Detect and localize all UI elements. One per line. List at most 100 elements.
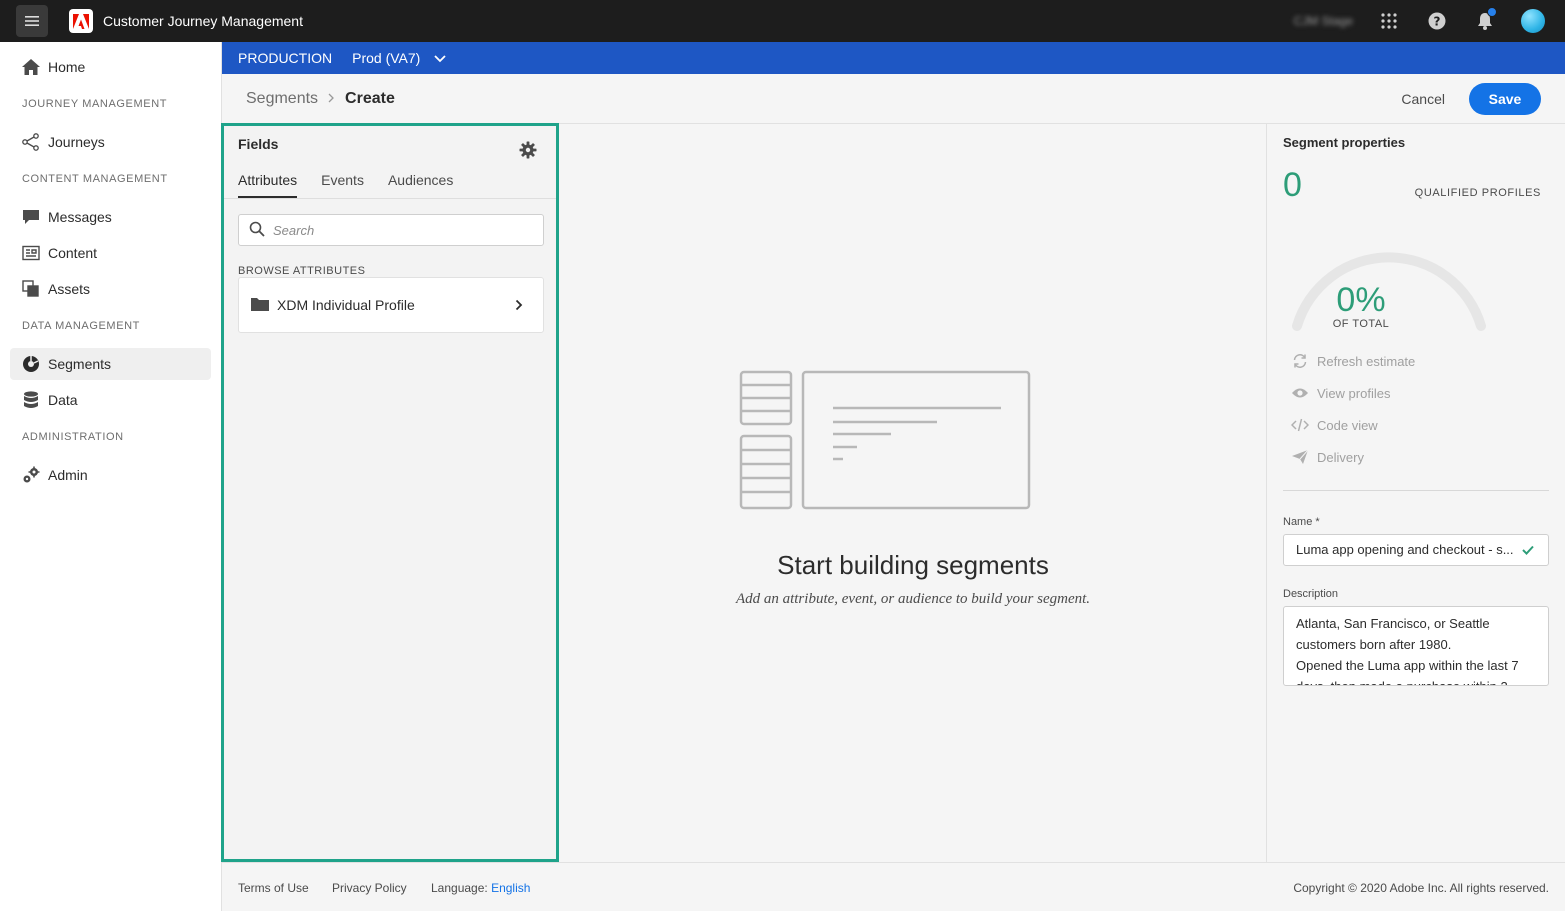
notifications-bell-icon[interactable] bbox=[1473, 7, 1497, 33]
segments-icon bbox=[22, 355, 40, 373]
tab-audiences[interactable]: Audiences bbox=[388, 172, 453, 198]
tab-events[interactable]: Events bbox=[321, 172, 364, 198]
paper-plane-icon bbox=[1291, 448, 1309, 466]
sidebar-item-journeys[interactable]: Journeys bbox=[10, 126, 211, 158]
sidebar-item-label: Segments bbox=[48, 356, 112, 372]
search-icon bbox=[249, 221, 265, 240]
breadcrumb: Segments Create bbox=[246, 90, 395, 108]
segment-properties-panel: Segment properties 0 QUALIFIED PROFILES … bbox=[1266, 124, 1565, 862]
menu-icon[interactable] bbox=[16, 5, 48, 37]
sidebar-item-assets[interactable]: Assets bbox=[10, 273, 211, 305]
journeys-icon bbox=[22, 133, 40, 151]
empty-state-subtitle: Add an attribute, event, or audience to … bbox=[735, 591, 1091, 607]
privacy-policy-link[interactable]: Privacy Policy bbox=[332, 881, 407, 895]
section-data-management: DATA MANAGEMENT bbox=[22, 320, 140, 332]
page-title: Create bbox=[345, 90, 395, 107]
checkmark-icon bbox=[1522, 543, 1534, 558]
fields-title: Fields bbox=[238, 136, 279, 152]
description-label: Description bbox=[1283, 588, 1339, 600]
browse-attributes-label: BROWSE ATTRIBUTES bbox=[238, 265, 366, 277]
name-label: Name * bbox=[1283, 516, 1320, 528]
search-input[interactable] bbox=[273, 222, 523, 238]
sidebar-item-home[interactable]: Home bbox=[10, 51, 211, 83]
tab-attributes[interactable]: Attributes bbox=[238, 172, 298, 198]
section-journey-management: JOURNEY MANAGEMENT bbox=[22, 98, 168, 110]
chevron-right-icon[interactable] bbox=[515, 298, 523, 314]
apps-grid-icon[interactable] bbox=[1377, 9, 1401, 33]
adobe-logo-icon[interactable] bbox=[69, 9, 93, 33]
save-button[interactable]: Save bbox=[1469, 83, 1541, 115]
folder-icon bbox=[251, 297, 269, 314]
notification-badge bbox=[1487, 7, 1497, 17]
refresh-estimate-button[interactable]: Refresh estimate bbox=[1291, 352, 1415, 370]
org-switcher[interactable]: CJM Stage bbox=[1294, 14, 1353, 28]
fields-tabs: Attributes Events Audiences bbox=[238, 172, 477, 198]
profile-item-label: XDM Individual Profile bbox=[277, 297, 415, 313]
sidebar-item-label: Messages bbox=[48, 209, 112, 225]
code-view-label: Code view bbox=[1317, 417, 1378, 433]
sidebar-item-label: Assets bbox=[48, 281, 91, 297]
avatar[interactable] bbox=[1521, 9, 1545, 33]
sidebar-item-label: Journeys bbox=[48, 134, 105, 150]
language-label: Language: bbox=[431, 881, 488, 895]
delivery-button[interactable]: Delivery bbox=[1291, 448, 1364, 466]
database-icon bbox=[22, 391, 40, 409]
gear-icon[interactable] bbox=[519, 141, 537, 159]
sidebar-item-label: Admin bbox=[48, 467, 88, 483]
sidebar-item-data[interactable]: Data bbox=[10, 384, 211, 416]
empty-state-title: Start building segments bbox=[777, 550, 1049, 580]
sidebar-item-label: Home bbox=[48, 59, 86, 75]
view-profiles-label: View profiles bbox=[1317, 385, 1391, 401]
sandbox-switcher[interactable]: Prod (VA7) bbox=[352, 50, 420, 66]
delivery-label: Delivery bbox=[1317, 449, 1364, 465]
sidebar-item-segments[interactable]: Segments bbox=[10, 348, 211, 380]
top-bar: Customer Journey Management CJM Stage ? bbox=[0, 0, 1565, 42]
percent-of-total: 0% bbox=[1336, 281, 1386, 319]
sidebar-item-messages[interactable]: Messages bbox=[10, 201, 211, 233]
svg-text:?: ? bbox=[1434, 15, 1441, 29]
chevron-down-icon[interactable] bbox=[434, 50, 446, 66]
code-view-button[interactable]: Code view bbox=[1291, 416, 1378, 434]
copyright-text: Copyright © 2020 Adobe Inc. All rights r… bbox=[1293, 881, 1549, 895]
messages-icon bbox=[22, 208, 40, 226]
percent-of-total-label: OF TOTAL bbox=[1332, 318, 1390, 330]
sidebar-item-content[interactable]: Content bbox=[10, 237, 211, 269]
sidebar-item-label: Content bbox=[48, 245, 98, 261]
home-icon bbox=[22, 58, 40, 76]
sidebar: Home JOURNEY MANAGEMENT Journeys CONTENT… bbox=[0, 42, 222, 911]
tabs-divider bbox=[224, 198, 556, 199]
chevron-right-icon bbox=[328, 90, 335, 108]
code-icon bbox=[1291, 416, 1309, 434]
gears-icon bbox=[22, 466, 40, 484]
assets-icon bbox=[22, 280, 40, 298]
cancel-button[interactable]: Cancel bbox=[1401, 91, 1445, 107]
view-profiles-button[interactable]: View profiles bbox=[1291, 384, 1390, 402]
help-icon[interactable]: ? bbox=[1425, 9, 1449, 33]
sidebar-item-label: Data bbox=[48, 392, 78, 408]
segment-name-field[interactable]: Luma app opening and checkout - s... bbox=[1283, 534, 1549, 566]
qualified-profiles-count: 0 bbox=[1283, 166, 1302, 204]
refresh-icon bbox=[1291, 352, 1309, 370]
app-title[interactable]: Customer Journey Management bbox=[103, 13, 303, 29]
environment-label: PRODUCTION bbox=[238, 50, 333, 66]
segment-canvas[interactable]: Start building segments Add an attribute… bbox=[560, 124, 1266, 862]
page-header: Segments Create Cancel Save bbox=[222, 74, 1565, 124]
language-value[interactable]: English bbox=[491, 881, 530, 895]
segment-description-field[interactable]: Atlanta, San Francisco, or Seattle custo… bbox=[1283, 606, 1549, 686]
section-administration: ADMINISTRATION bbox=[22, 431, 124, 443]
refresh-estimate-label: Refresh estimate bbox=[1317, 353, 1416, 369]
properties-title: Segment properties bbox=[1283, 135, 1406, 150]
terms-of-use-link[interactable]: Terms of Use bbox=[238, 881, 309, 895]
breadcrumb-segments-link[interactable]: Segments bbox=[246, 90, 318, 108]
content-icon bbox=[22, 244, 40, 262]
search-field[interactable] bbox=[238, 214, 544, 246]
footer: Terms of Use Privacy Policy Language: En… bbox=[222, 862, 1565, 911]
environment-bar: PRODUCTION Prod (VA7) bbox=[222, 42, 1565, 74]
sidebar-item-admin[interactable]: Admin bbox=[10, 459, 211, 491]
fields-panel: Fields Attributes Events Audiences BROWS… bbox=[221, 123, 559, 862]
section-content-management: CONTENT MANAGEMENT bbox=[22, 173, 168, 185]
xdm-individual-profile-item[interactable]: XDM Individual Profile bbox=[238, 277, 544, 333]
language-selector[interactable]: Language: English bbox=[431, 881, 530, 895]
properties-divider bbox=[1283, 490, 1549, 491]
eye-icon bbox=[1291, 384, 1309, 402]
